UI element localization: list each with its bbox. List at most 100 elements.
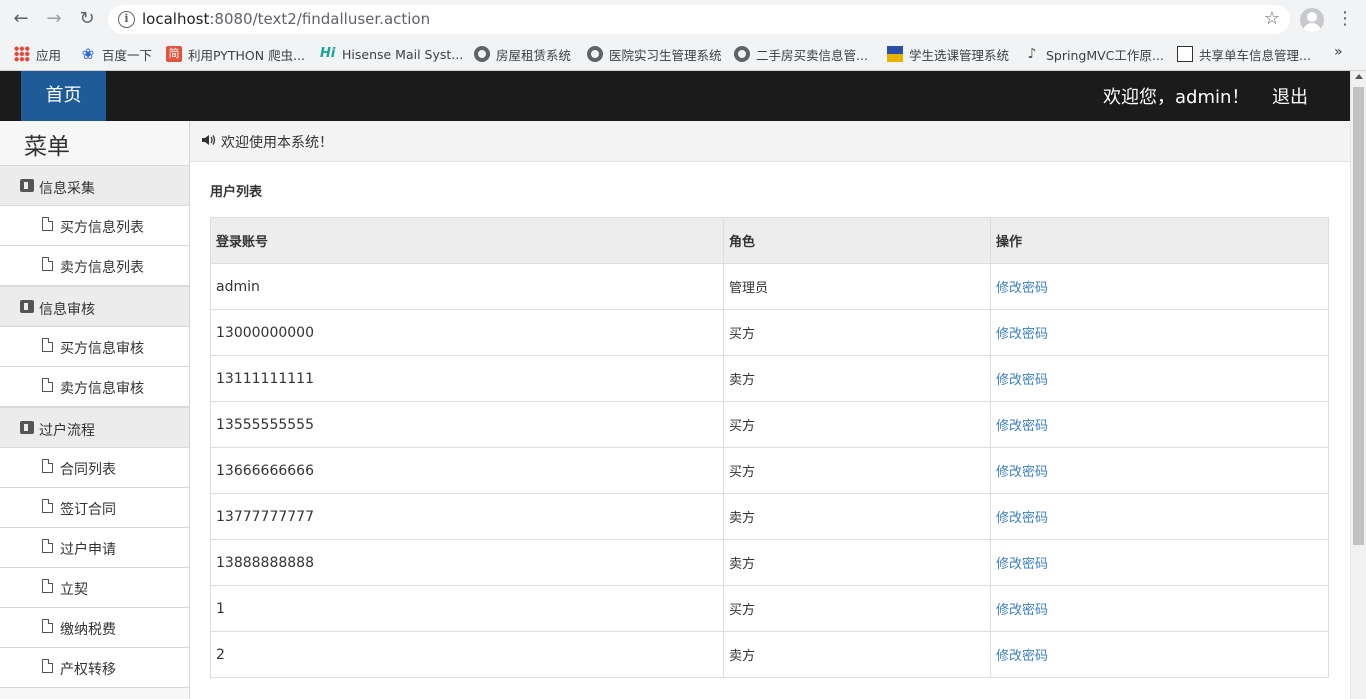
change-password-link[interactable]: 修改密码	[996, 327, 1048, 342]
bookmarks-more-button[interactable]: »	[1334, 44, 1343, 60]
info-icon[interactable]: i	[118, 11, 135, 28]
browser-menu-icon[interactable]: ⋮	[1336, 8, 1354, 30]
menu-group[interactable]: 过户流程	[0, 407, 189, 448]
menu-item-label: 卖方信息列表	[60, 260, 144, 276]
bookmark-label: 房屋租赁系统	[496, 47, 572, 63]
leaf-icon: ♪	[1027, 46, 1037, 62]
user-table: 登录账号 角色 操作 admin 管理员 修改密码 13000000000 买方 修改密码…	[210, 217, 1329, 678]
menu-item-label: 产权转移	[60, 662, 116, 678]
action-cell: 修改密码	[990, 309, 1329, 356]
column-header-action: 操作	[990, 217, 1329, 264]
flag-icon	[887, 46, 903, 62]
document-icon	[42, 257, 53, 271]
globe-icon	[474, 46, 490, 62]
bookmark-label: 二手房买卖信息管...	[756, 47, 868, 63]
hisense-icon: Hi	[320, 46, 336, 61]
change-password-link[interactable]: 修改密码	[996, 419, 1048, 434]
scroll-thumb[interactable]	[1353, 87, 1364, 545]
role-cell: 买方	[723, 447, 991, 494]
action-cell: 修改密码	[990, 631, 1329, 678]
bookmark-item[interactable]: 简利用PYTHON 爬虫...	[166, 44, 305, 64]
document-icon	[42, 499, 53, 513]
address-bar[interactable]: i localhost:8080/text2/findalluser.actio…	[108, 5, 1290, 34]
bookmark-star-icon[interactable]: ☆	[1264, 8, 1280, 29]
menu-item-label: 买方信息审核	[60, 341, 144, 357]
change-password-link[interactable]: 修改密码	[996, 557, 1048, 572]
bike-icon	[1177, 46, 1193, 62]
logout-link[interactable]: 退出	[1272, 83, 1308, 109]
table-row: 13777777777 卖方 修改密码	[210, 493, 1329, 540]
document-icon	[42, 579, 53, 593]
globe-icon	[587, 46, 603, 62]
bookmark-label: 学生选课管理系统	[909, 47, 1010, 63]
table-row: 13111111111 卖方 修改密码	[210, 355, 1329, 402]
change-password-link[interactable]: 修改密码	[996, 603, 1048, 618]
bookmark-label: 应用	[36, 47, 62, 63]
menu-item[interactable]: 卖方信息审核	[0, 367, 189, 407]
action-cell: 修改密码	[990, 401, 1329, 448]
home-link[interactable]: 首页	[21, 71, 106, 121]
url-text[interactable]: localhost:8080/text2/findalluser.action	[142, 10, 430, 28]
menu-item[interactable]: 买方信息审核	[0, 327, 189, 367]
account-cell: 2	[210, 631, 724, 678]
action-cell: 修改密码	[990, 263, 1329, 310]
bookmark-item[interactable]: 医院实习生管理系统	[587, 44, 722, 64]
menu-item[interactable]: 签订合同	[0, 488, 189, 528]
document-icon	[42, 378, 53, 392]
bookmark-item[interactable]: 学生选课管理系统	[887, 44, 1009, 64]
bookmark-item[interactable]: ❀ 百度一下	[80, 44, 152, 64]
menu-group-label: 信息采集	[39, 181, 95, 197]
menu-item-label: 卖方信息审核	[60, 381, 144, 397]
back-arrow-icon[interactable]: ←	[10, 8, 32, 30]
reload-icon[interactable]: ↻	[76, 8, 98, 30]
bookmark-item[interactable]: 共享单车信息管理...	[1177, 44, 1311, 64]
jian-icon: 简	[166, 46, 182, 62]
role-cell: 卖方	[723, 539, 991, 586]
account-cell: admin	[210, 263, 724, 310]
menu-group[interactable]: 信息审核	[0, 286, 189, 327]
action-cell: 修改密码	[990, 447, 1329, 494]
role-cell: 卖方	[723, 631, 991, 678]
menu-item[interactable]: 合同列表	[0, 448, 189, 488]
notice-text: 欢迎使用本系统！	[221, 135, 333, 151]
menu-item[interactable]: 卖方信息列表	[0, 246, 189, 286]
bookmark-item[interactable]: Hi Hisense Mail Syst...	[320, 44, 463, 64]
change-password-link[interactable]: 修改密码	[996, 373, 1048, 388]
table-header-row: 登录账号 角色 操作	[210, 217, 1329, 264]
role-cell: 卖方	[723, 493, 991, 540]
menu-item[interactable]: 产权转移	[0, 648, 189, 688]
document-icon	[42, 217, 53, 231]
document-icon	[42, 619, 53, 633]
change-password-link[interactable]: 修改密码	[996, 465, 1048, 480]
speaker-icon	[202, 135, 216, 145]
bookmark-item[interactable]: ♪ SpringMVC工作原...	[1024, 44, 1164, 64]
change-password-link[interactable]: 修改密码	[996, 649, 1048, 664]
scroll-up-arrow-icon[interactable]	[1355, 74, 1363, 79]
change-password-link[interactable]: 修改密码	[996, 511, 1048, 526]
menu-item[interactable]: 缴纳税费	[0, 608, 189, 648]
account-cell: 13111111111	[210, 355, 724, 402]
menu-item[interactable]: 立契	[0, 568, 189, 608]
group-book-icon	[20, 421, 34, 434]
bookmark-item[interactable]: 房屋租赁系统	[474, 44, 571, 64]
menu-group-label: 过户流程	[39, 423, 95, 439]
table-row: 13888888888 卖方 修改密码	[210, 539, 1329, 586]
table-row: admin 管理员 修改密码	[210, 263, 1329, 310]
action-cell: 修改密码	[990, 585, 1329, 632]
table-row: 2 卖方 修改密码	[210, 631, 1329, 678]
profile-avatar-icon[interactable]	[1300, 8, 1324, 32]
browser-chrome: ← → ↻ i localhost:8080/text2/findalluser…	[0, 0, 1366, 71]
bookmarks-bar: 应用 ❀ 百度一下简利用PYTHON 爬虫... Hi Hisense Mail Sys…	[0, 38, 1366, 70]
account-cell: 13555555555	[210, 401, 724, 448]
menu-group[interactable]: 信息采集	[0, 165, 189, 206]
role-cell: 卖方	[723, 355, 991, 402]
forward-arrow-icon[interactable]: →	[43, 8, 65, 30]
menu-item[interactable]: 买方信息列表	[0, 206, 189, 246]
page-scrollbar[interactable]	[1350, 71, 1366, 699]
menu-item[interactable]: 过户申请	[0, 528, 189, 568]
bookmark-item[interactable]: 应用	[14, 44, 61, 64]
group-book-icon	[20, 300, 34, 313]
bookmark-item[interactable]: 二手房买卖信息管...	[734, 44, 868, 64]
change-password-link[interactable]: 修改密码	[996, 281, 1048, 296]
account-cell: 13777777777	[210, 493, 724, 540]
